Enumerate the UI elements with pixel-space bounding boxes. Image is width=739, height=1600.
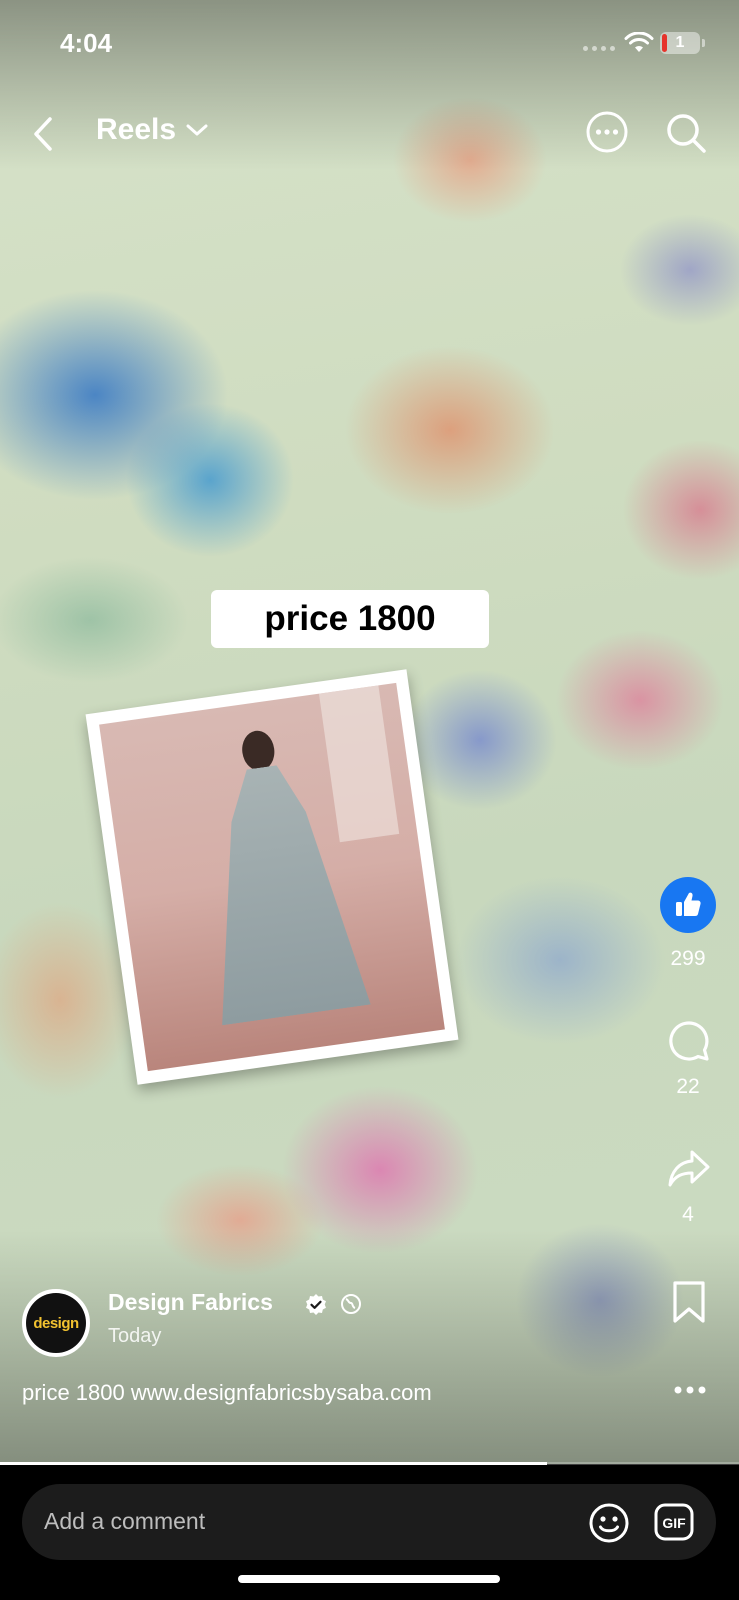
gif-label: GIF bbox=[662, 1515, 686, 1531]
more-options-icon[interactable] bbox=[585, 110, 629, 154]
comment-input[interactable]: Add a comment bbox=[44, 1508, 205, 1535]
video-progress-bar[interactable] bbox=[0, 1462, 739, 1465]
reel-video[interactable]: price 1800 bbox=[0, 0, 739, 1464]
more-icon[interactable] bbox=[670, 1380, 710, 1400]
thumbs-up-icon bbox=[676, 892, 701, 916]
share-count: 4 bbox=[682, 1203, 694, 1226]
reels-dropdown[interactable]: Reels bbox=[96, 113, 210, 147]
verified-badge-icon bbox=[306, 1294, 326, 1315]
search-icon[interactable] bbox=[664, 111, 708, 155]
gif-icon[interactable]: GIF bbox=[654, 1503, 694, 1541]
chevron-down-icon bbox=[186, 124, 208, 136]
share-icon[interactable] bbox=[666, 1147, 712, 1191]
comment-count: 22 bbox=[676, 1075, 700, 1098]
comment-icon[interactable] bbox=[667, 1019, 711, 1063]
like-count: 299 bbox=[670, 947, 706, 970]
globe-icon bbox=[341, 1294, 361, 1314]
price-sticker: price 1800 bbox=[211, 590, 489, 648]
back-icon[interactable] bbox=[26, 111, 62, 157]
avatar[interactable]: design bbox=[22, 1289, 90, 1357]
post-caption[interactable]: price 1800 www.designfabricsbysaba.com bbox=[22, 1380, 432, 1406]
product-photo bbox=[85, 669, 459, 1085]
wifi-icon bbox=[624, 32, 654, 52]
comment-bar[interactable]: Add a comment GIF bbox=[22, 1484, 716, 1560]
page-title: Reels bbox=[96, 113, 177, 146]
author-name[interactable]: Design Fabrics bbox=[108, 1289, 273, 1316]
video-progress-fill bbox=[0, 1462, 547, 1465]
battery-icon: 1 bbox=[660, 32, 705, 54]
emoji-icon[interactable] bbox=[588, 1502, 630, 1544]
home-indicator bbox=[238, 1575, 500, 1583]
like-button[interactable] bbox=[660, 877, 716, 933]
author-row: design Design Fabrics Today bbox=[22, 1285, 722, 1365]
avatar-logo-text: design bbox=[33, 1314, 79, 1332]
status-time: 4:04 bbox=[60, 28, 113, 58]
post-time: Today bbox=[108, 1325, 162, 1347]
status-bar: 4:04 1 bbox=[0, 0, 739, 80]
signal-icon bbox=[583, 46, 619, 52]
top-bar: Reels bbox=[0, 105, 739, 165]
